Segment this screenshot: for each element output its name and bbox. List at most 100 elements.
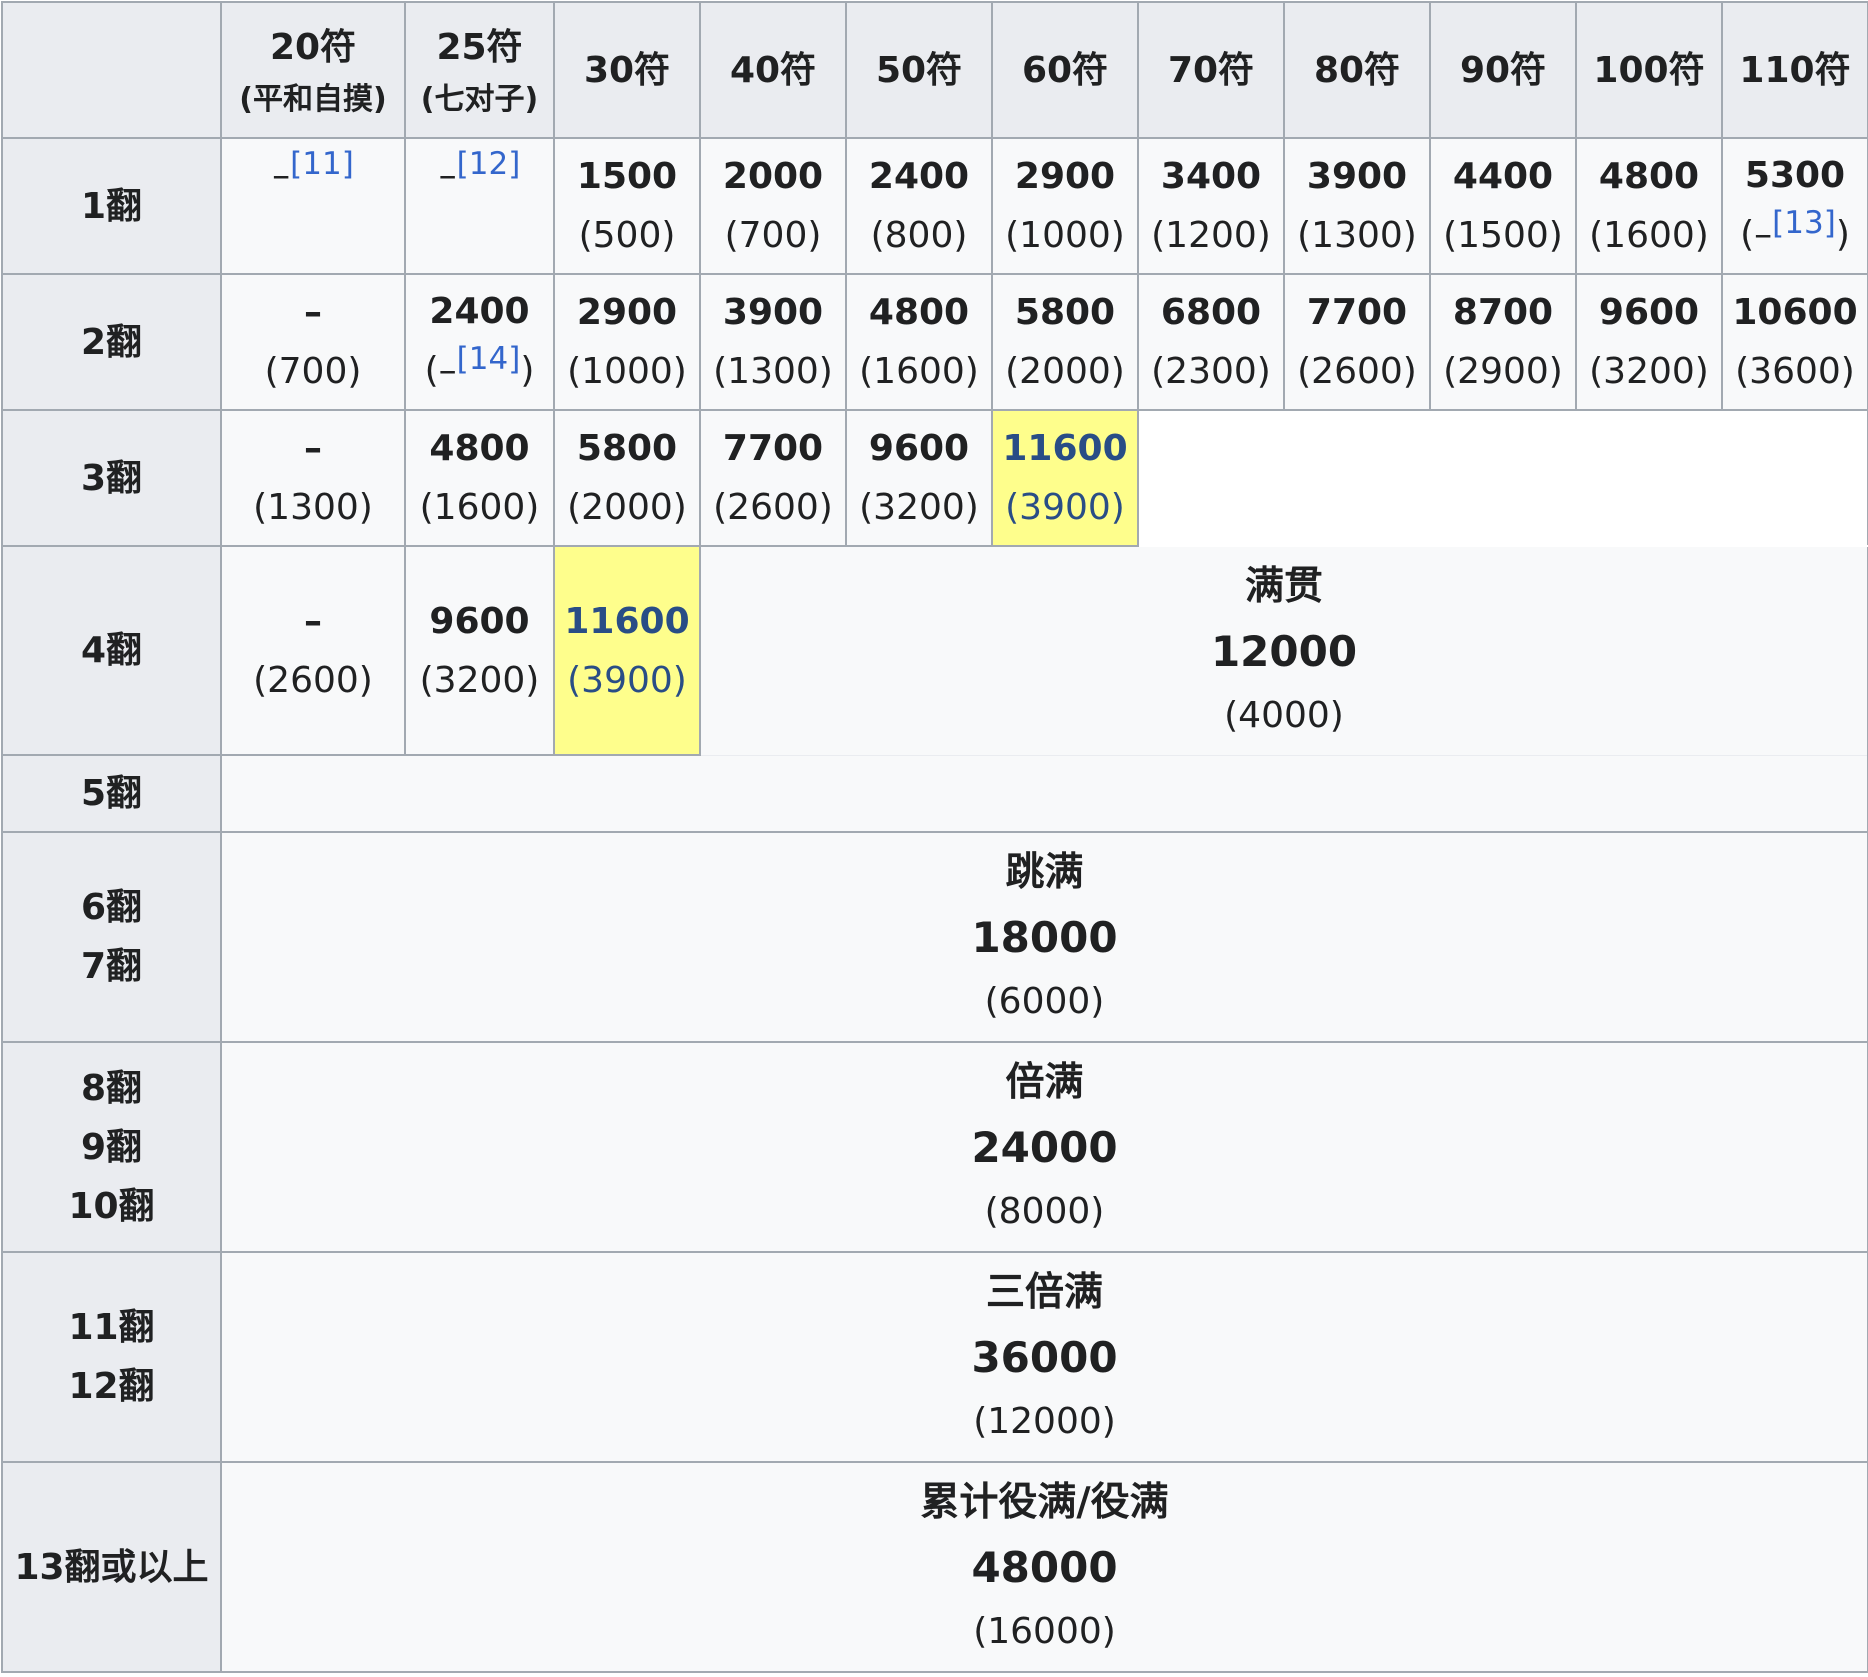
cell-1han-70fu: 3400 (1200)	[1137, 137, 1285, 275]
per-player: (1000)	[567, 351, 687, 392]
row-5han: 5翻	[1, 754, 1868, 833]
points: 2900	[1014, 156, 1116, 197]
points: 7700	[722, 428, 824, 469]
paren-open: (–	[1740, 214, 1773, 255]
paren-close: )	[1835, 214, 1850, 255]
row-header-3han: 3翻	[1, 409, 222, 547]
limit-per-player: (16000)	[973, 1611, 1116, 1652]
per-player: (3200)	[859, 487, 979, 528]
row-label: 10翻	[68, 1185, 155, 1227]
cell-1han-50fu: 2400 (800)	[845, 137, 993, 275]
limit-per-player: (6000)	[984, 981, 1105, 1022]
per-player: (2900)	[1443, 351, 1563, 392]
cell-2han-30fu: 2900 (1000)	[553, 273, 701, 411]
corner-cell	[1, 1, 222, 139]
row-3han: 3翻 – (1300) 4800 (1600) 5800 (2000) 7700 (26…	[1, 409, 1868, 547]
per-player: (1600)	[419, 487, 540, 528]
per-player: (3600)	[1735, 351, 1855, 392]
cell-1han-60fu: 2900 (1000)	[991, 137, 1139, 275]
per-player: (800)	[870, 215, 968, 256]
cell-4han-25fu: 9600 (3200)	[404, 545, 555, 756]
row-header-5han: 5翻	[1, 754, 222, 833]
header-sub: (平和自摸)	[239, 81, 387, 117]
per-player: (500)	[578, 215, 676, 256]
reference-link[interactable]: [12]	[457, 146, 521, 182]
limit-per-player: (4000)	[1224, 694, 1344, 736]
per-player: (–[13])	[1725, 205, 1865, 266]
reference-link[interactable]: [11]	[290, 146, 354, 182]
points: 10600	[1732, 292, 1858, 333]
limit-per-player: (8000)	[984, 1191, 1105, 1232]
reference-link[interactable]: [13]	[1772, 205, 1836, 241]
cell-1han-40fu: 2000 (700)	[699, 137, 847, 275]
cell-1han-30fu: 1500 (500)	[553, 137, 701, 275]
limit-name: 倍满	[1005, 1060, 1084, 1105]
per-player: (2600)	[713, 487, 833, 528]
row-13han: 13翻或以上 累计役满/役满 48000 (16000)	[1, 1461, 1868, 1673]
header-30fu: 30符	[553, 1, 701, 139]
cell-2han-60fu: 5800 (2000)	[991, 273, 1139, 411]
cell-2han-70fu: 6800 (2300)	[1137, 273, 1285, 411]
limit-name: 满贯	[1244, 563, 1323, 609]
per-player: (1600)	[1589, 215, 1709, 256]
limit-name: 累计役满/役满	[920, 1480, 1169, 1525]
points: 3900	[722, 292, 824, 333]
header-40fu: 40符	[699, 1, 847, 139]
cell-1han-25fu: –[12]	[404, 137, 555, 275]
limit-points: 48000	[971, 1543, 1118, 1592]
header-60fu: 60符	[991, 1, 1139, 139]
points: 9600	[429, 600, 530, 642]
row-label: 7翻	[80, 946, 143, 987]
per-player: (700)	[264, 351, 362, 392]
row-header-8-10han: 8翻 9翻 10翻	[1, 1041, 222, 1253]
limit-name: 跳满	[1005, 850, 1084, 895]
per-player: (1300)	[253, 487, 373, 528]
points: 11600	[1002, 428, 1128, 469]
score-table: 20符 (平和自摸) 25符 (七对子) 30符 40符 50符 60符 70符…	[1, 1, 1868, 1673]
row-2han: 2翻 – (700) 2400 (–[14]) 2900 (1000) 3900 (13…	[1, 273, 1868, 411]
points: 9600	[868, 428, 970, 469]
points: 7700	[1306, 292, 1408, 333]
row-4han: 4翻 – (2600) 9600 (3200) 11600 (3900) 满贯 120…	[1, 545, 1868, 756]
limit-points: 12000	[1210, 626, 1358, 676]
cell-2han-80fu: 7700 (2600)	[1283, 273, 1431, 411]
per-player: (1500)	[1443, 215, 1563, 256]
points: 4800	[868, 292, 970, 333]
limit-points: 24000	[971, 1123, 1118, 1172]
row-header-13han: 13翻或以上	[1, 1461, 222, 1673]
cell-2han-110fu: 10600 (3600)	[1721, 273, 1868, 411]
row-header-6-7han: 6翻 7翻	[1, 831, 222, 1043]
header-label: 20符	[269, 26, 357, 68]
cell-3han-30fu: 5800 (2000)	[553, 409, 701, 547]
row-header-1han: 1翻	[1, 137, 222, 275]
limit-per-player: (12000)	[973, 1401, 1116, 1442]
points: 2400	[868, 156, 970, 197]
points: 4800	[1598, 156, 1700, 197]
cell-2han-40fu: 3900 (1300)	[699, 273, 847, 411]
cell-1han-80fu: 3900 (1300)	[1283, 137, 1431, 275]
header-row: 20符 (平和自摸) 25符 (七对子) 30符 40符 50符 60符 70符…	[1, 1, 1868, 139]
cell-1han-90fu: 4400 (1500)	[1429, 137, 1577, 275]
mangan-cell: 满贯 12000 (4000)	[699, 546, 1868, 755]
points: 1500	[576, 156, 678, 197]
per-player: (1300)	[713, 351, 833, 392]
points: 5800	[1014, 292, 1116, 333]
cell-3han-25fu: 4800 (1600)	[404, 409, 555, 547]
yakuman-cell: 累计役满/役满 48000 (16000)	[220, 1461, 1868, 1673]
points: 9600	[1598, 292, 1700, 333]
row-11-12han: 11翻 12翻 三倍满 36000 (12000)	[1, 1251, 1868, 1463]
points: 5800	[576, 428, 678, 469]
per-player: (–[14])	[408, 341, 551, 402]
row-label: 12翻	[68, 1366, 155, 1407]
reference-link[interactable]: [14]	[457, 341, 521, 377]
header-50fu: 50符	[845, 1, 993, 139]
row-header-2han: 2翻	[1, 273, 222, 411]
points: 6800	[1160, 292, 1262, 333]
limit-name: 三倍满	[985, 1270, 1103, 1315]
per-player: (700)	[724, 215, 822, 256]
per-player: (2600)	[1297, 351, 1417, 392]
paren-open: (–	[424, 350, 457, 391]
points: 2000	[722, 156, 824, 197]
cell-2han-90fu: 8700 (2900)	[1429, 273, 1577, 411]
